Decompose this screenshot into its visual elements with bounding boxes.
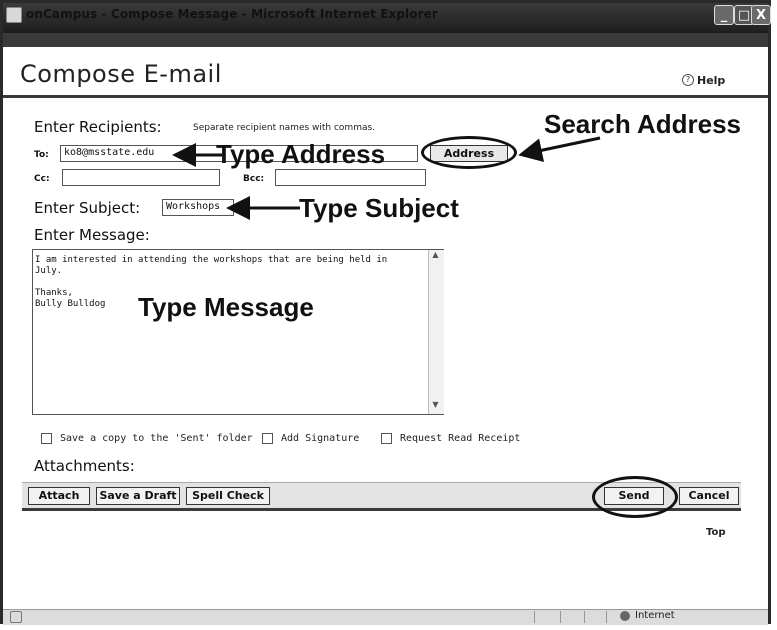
save-copy-label: Save a copy to the 'Sent' folder [60,433,253,444]
recipients-heading: Enter Recipients: [34,118,162,136]
browser-toolbar-strip [3,33,768,47]
address-highlight-circle [421,136,517,169]
save-draft-button[interactable]: Save a Draft [96,487,180,505]
add-signature-checkbox[interactable] [262,433,273,444]
add-signature-label: Add Signature [281,433,360,444]
message-scrollbar[interactable] [428,250,444,414]
spell-check-button[interactable]: Spell Check [186,487,270,505]
attach-button[interactable]: Attach [28,487,90,505]
recipients-hint: Separate recipient names with commas. [193,123,376,133]
help-link[interactable]: Help [697,74,725,87]
help-icon[interactable]: ? [682,74,694,86]
page-title: Compose E-mail [20,60,222,88]
to-label: To: [34,150,49,160]
annotation-type-subject: Type Subject [299,193,459,223]
annotation-type-message: Type Message [138,292,314,322]
cc-field[interactable] [62,169,220,186]
subject-heading: Enter Subject: [34,199,141,217]
status-divider [560,611,561,623]
internet-zone-icon [620,611,630,621]
minimize-button[interactable]: _ [714,5,734,25]
save-copy-checkbox[interactable] [41,433,52,444]
annotation-type-address: Type Address [216,139,386,169]
ie-page-icon [6,7,22,23]
read-receipt-checkbox[interactable] [381,433,392,444]
message-heading: Enter Message: [34,226,150,244]
top-link[interactable]: Top [706,527,726,538]
attachments-heading: Attachments: [34,457,135,475]
close-button[interactable]: X [751,5,771,25]
cc-label: Cc: [34,174,50,184]
security-zone-label: Internet [635,610,675,621]
subject-field[interactable]: Workshops [162,199,234,216]
scroll-down-icon[interactable]: ▼ [428,400,443,413]
status-divider [606,611,607,623]
scroll-up-icon[interactable]: ▲ [428,250,443,263]
bcc-field[interactable] [275,169,426,186]
cancel-button[interactable]: Cancel [679,487,739,505]
send-highlight-circle [592,476,678,518]
window-title: onCampus - Compose Message - Microsoft I… [26,7,438,21]
status-divider [534,611,535,623]
header-divider [3,95,768,98]
status-divider [584,611,585,623]
annotation-search-address: Search Address [544,109,742,139]
page-status-icon [10,611,22,623]
bcc-label: Bcc: [243,174,265,184]
read-receipt-label: Request Read Receipt [400,433,521,444]
